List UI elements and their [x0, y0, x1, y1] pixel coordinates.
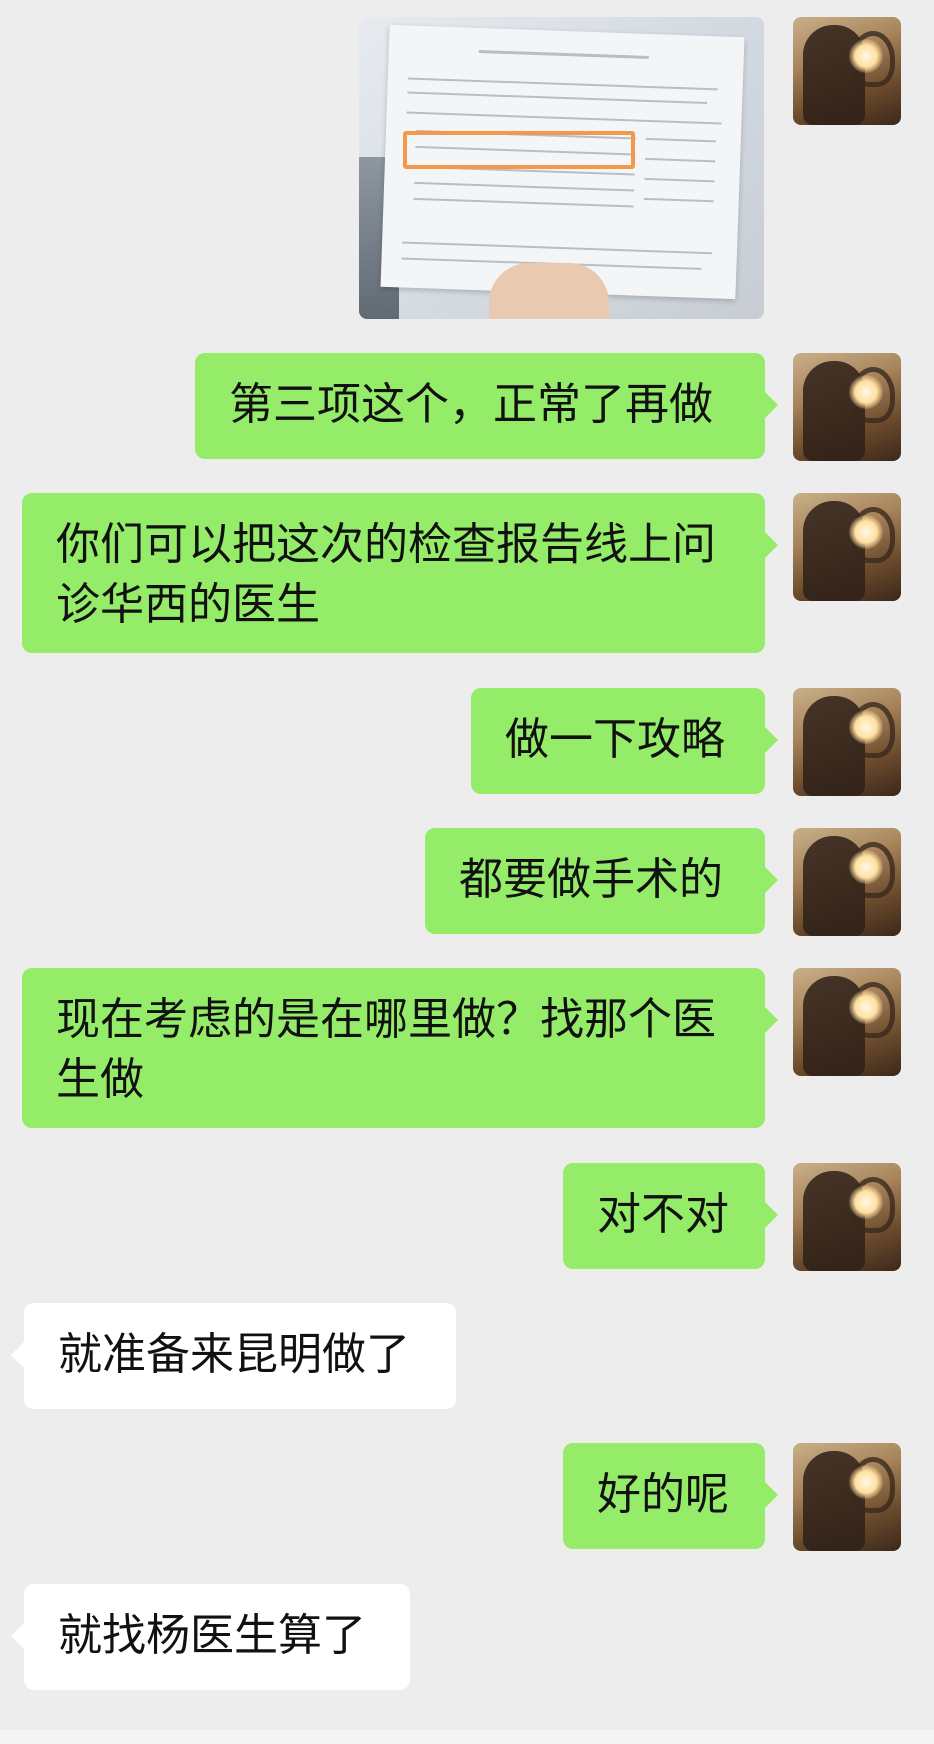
message-text: 你们可以把这次的检查报告线上问诊华西的医生 — [56, 519, 716, 630]
heart-sun-icon — [849, 515, 883, 549]
heart-sun-icon — [849, 1185, 883, 1219]
report-photo[interactable] — [359, 17, 764, 319]
message-bubble[interactable]: 现在考虑的是在哪里做？找那个医生做 — [22, 968, 778, 1128]
message-bubble[interactable]: 就准备来昆明做了 — [11, 1303, 456, 1409]
message-bubble[interactable]: 做一下攻略 — [471, 688, 778, 794]
message-bubble[interactable]: 对不对 — [563, 1163, 778, 1269]
my-avatar[interactable] — [793, 1443, 901, 1551]
heart-sun-icon — [849, 850, 883, 884]
message-text: 好的呢 — [597, 1469, 729, 1520]
my-avatar[interactable] — [793, 353, 901, 461]
my-avatar[interactable] — [793, 1163, 901, 1271]
report-highlight-box — [403, 131, 635, 169]
message-text: 就找杨医生算了 — [58, 1610, 366, 1661]
message-text: 就准备来昆明做了 — [58, 1329, 410, 1380]
input-bar-edge — [0, 1730, 934, 1744]
message-bubble[interactable]: 都要做手术的 — [425, 828, 778, 934]
heart-sun-icon — [849, 375, 883, 409]
hand-holding-paper — [489, 263, 609, 319]
my-avatar[interactable] — [793, 828, 901, 936]
heart-sun-icon — [849, 710, 883, 744]
message-text: 第三项这个，正常了再做 — [229, 379, 713, 430]
heart-sun-icon — [849, 990, 883, 1024]
heart-sun-icon — [849, 39, 883, 73]
message-bubble[interactable]: 好的呢 — [563, 1443, 778, 1549]
message-text: 都要做手术的 — [459, 854, 723, 905]
my-avatar[interactable] — [793, 688, 901, 796]
message-bubble[interactable]: 你们可以把这次的检查报告线上问诊华西的医生 — [22, 493, 778, 653]
message-bubble[interactable]: 就找杨医生算了 — [11, 1584, 410, 1690]
message-text: 做一下攻略 — [505, 714, 725, 765]
message-text: 现在考虑的是在哪里做？找那个医生做 — [56, 994, 716, 1105]
message-bubble[interactable]: 第三项这个，正常了再做 — [195, 353, 778, 459]
my-avatar[interactable] — [793, 968, 901, 1076]
my-avatar[interactable] — [793, 17, 901, 125]
message-text: 对不对 — [597, 1189, 729, 1240]
heart-sun-icon — [849, 1465, 883, 1499]
my-avatar[interactable] — [793, 493, 901, 601]
